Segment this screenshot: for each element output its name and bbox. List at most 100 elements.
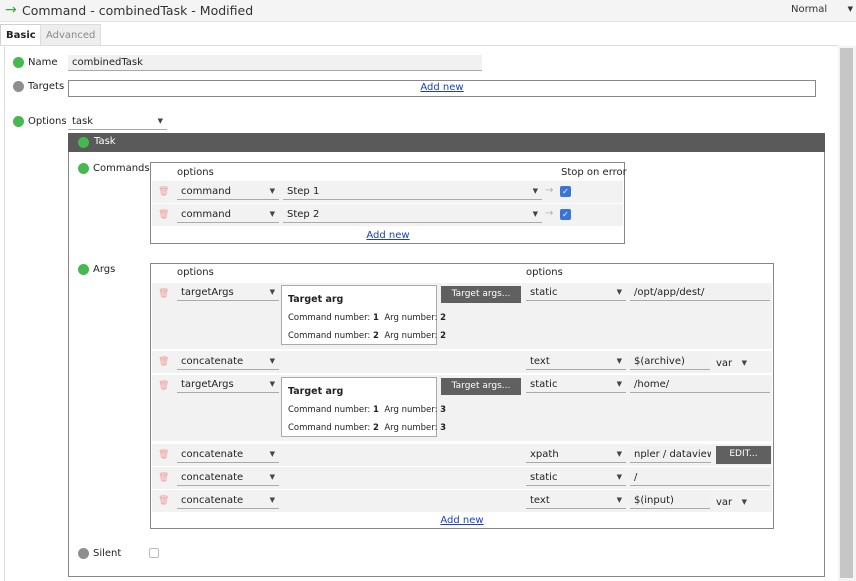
command-type-value: command xyxy=(181,209,231,220)
chevron-down-icon: ▼ xyxy=(616,496,622,504)
chevron-down-icon: ▼ xyxy=(269,210,275,218)
var-select-value: var xyxy=(716,358,733,369)
status-neutral-icon xyxy=(78,548,89,559)
trash-icon[interactable]: 🗑 xyxy=(158,450,169,460)
trash-icon[interactable]: 🗑 xyxy=(158,210,169,220)
commands-column-stop-on-error: Stop on error xyxy=(561,167,627,178)
commands-add-new-link[interactable]: Add new xyxy=(348,230,428,241)
edit-button[interactable]: EDIT... xyxy=(716,446,771,464)
args-column-options: options xyxy=(177,267,214,278)
commands-column-options: options xyxy=(177,167,214,178)
targets-add-new-link[interactable]: Add new xyxy=(402,82,482,93)
arg-value-input[interactable]: / xyxy=(630,470,770,486)
targets-label: Targets xyxy=(28,81,65,92)
arg-source-value: static xyxy=(530,379,558,390)
arg-source-select[interactable]: text ▼ xyxy=(526,354,626,370)
window-title: Command - combinedTask - Modified xyxy=(22,3,254,18)
status-ok-icon xyxy=(78,137,89,148)
panel-border xyxy=(4,46,5,581)
arg-type-select[interactable]: targetArgs ▼ xyxy=(177,377,279,393)
arg-source-select[interactable]: xpath ▼ xyxy=(526,447,626,463)
chevron-down-icon: ▼ xyxy=(269,187,275,195)
arg-source-select[interactable]: static ▼ xyxy=(526,377,626,393)
chevron-down-icon: ▼ xyxy=(269,450,275,458)
arg-value-input[interactable]: /opt/app/dest/ xyxy=(630,285,770,301)
arg-type-select[interactable]: concatenate ▼ xyxy=(177,447,279,463)
trash-icon[interactable]: 🗑 xyxy=(158,496,169,506)
trash-icon[interactable]: 🗑 xyxy=(158,187,169,197)
status-ok-icon xyxy=(13,57,24,68)
arrow-right-icon: → xyxy=(5,2,17,18)
arg-value-input[interactable]: npler / dataview xyxy=(630,447,711,463)
command-value-select[interactable]: Step 1 ▼ xyxy=(283,184,542,200)
target-args-button[interactable]: Target args... xyxy=(441,378,521,395)
chevron-down-icon: ▼ xyxy=(532,187,538,195)
command-type-value: command xyxy=(181,186,231,197)
chevron-down-icon: ▼ xyxy=(616,288,622,296)
tab-advanced[interactable]: Advanced xyxy=(40,24,102,46)
chevron-down-icon: ▼ xyxy=(616,473,622,481)
target-arg-line: Command number: 2 Arg number: 3 xyxy=(288,423,447,433)
arrow-right-icon: → xyxy=(545,185,554,196)
target-arg-line: Command number: 2 Arg number: 2 xyxy=(288,331,447,341)
silent-checkbox[interactable] xyxy=(149,548,159,558)
trash-icon[interactable]: 🗑 xyxy=(158,357,169,367)
options-label: Options xyxy=(28,116,67,127)
scrollbar-thumb[interactable] xyxy=(840,48,853,578)
commands-label: Commands xyxy=(93,163,150,174)
task-header: Task xyxy=(68,133,825,152)
chevron-down-icon: ▼ xyxy=(616,450,622,458)
arg-type-select[interactable]: targetArgs ▼ xyxy=(177,285,279,301)
trash-icon[interactable]: 🗑 xyxy=(158,289,169,299)
arg-source-select[interactable]: static ▼ xyxy=(526,285,626,301)
arg-type-value: concatenate xyxy=(181,495,244,506)
var-select[interactable]: var ▼ xyxy=(712,356,748,370)
arg-source-select[interactable]: text ▼ xyxy=(526,493,626,509)
arg-type-value: targetArgs xyxy=(181,287,234,298)
silent-label: Silent xyxy=(93,548,122,559)
arg-type-select[interactable]: concatenate ▼ xyxy=(177,354,279,370)
status-neutral-icon xyxy=(13,81,24,92)
arg-type-select[interactable]: concatenate ▼ xyxy=(177,470,279,486)
arg-type-value: targetArgs xyxy=(181,379,234,390)
arg-source-select[interactable]: static ▼ xyxy=(526,470,626,486)
chevron-down-icon: ▼ xyxy=(269,496,275,504)
stop-on-error-checkbox[interactable]: ✓ xyxy=(560,209,571,220)
target-arg-title: Target arg xyxy=(288,386,344,397)
chevron-down-icon: ▼ xyxy=(157,117,163,125)
chevron-down-icon: ▼ xyxy=(269,473,275,481)
arrow-right-icon: → xyxy=(545,208,554,219)
arg-type-value: concatenate xyxy=(181,449,244,460)
args-add-new-link[interactable]: Add new xyxy=(422,515,502,526)
arg-value-input[interactable]: $(archive) xyxy=(630,354,710,370)
arg-value-input[interactable]: /home/ xyxy=(630,377,770,393)
arg-value-input[interactable]: $(input) xyxy=(630,493,710,509)
target-arg-box: Target arg Command number: 1 Arg number:… xyxy=(281,285,446,345)
arg-source-value: text xyxy=(530,495,550,506)
chevron-down-icon: ▼ xyxy=(269,288,275,296)
var-select[interactable]: var ▼ xyxy=(712,495,748,509)
mode-select-value: Normal xyxy=(791,4,828,15)
arg-type-select[interactable]: concatenate ▼ xyxy=(177,493,279,509)
chevron-down-icon: ▼ xyxy=(269,357,275,365)
options-select[interactable]: task ▼ xyxy=(68,114,167,130)
task-header-title: Task xyxy=(94,136,116,147)
chevron-down-icon: ▼ xyxy=(269,380,275,388)
mode-select[interactable]: Normal ▼ xyxy=(791,4,853,15)
target-arg-box: Target arg Command number: 1 Arg number:… xyxy=(281,377,446,437)
tab-basic[interactable]: Basic xyxy=(0,24,42,46)
options-select-value: task xyxy=(72,116,94,127)
trash-icon[interactable]: 🗑 xyxy=(158,381,169,391)
arg-type-value: concatenate xyxy=(181,472,244,483)
trash-icon[interactable]: 🗑 xyxy=(158,473,169,483)
chevron-down-icon: ▼ xyxy=(616,357,622,365)
name-input[interactable]: combinedTask xyxy=(68,55,482,71)
command-value-select[interactable]: Step 2 ▼ xyxy=(283,207,542,223)
target-args-button[interactable]: Target args... xyxy=(441,286,521,303)
name-label: Name xyxy=(28,57,58,68)
command-type-select[interactable]: command ▼ xyxy=(177,184,279,200)
stop-on-error-checkbox[interactable]: ✓ xyxy=(560,186,571,197)
command-type-select[interactable]: command ▼ xyxy=(177,207,279,223)
chevron-down-icon: ▼ xyxy=(741,498,747,506)
arg-source-value: static xyxy=(530,472,558,483)
